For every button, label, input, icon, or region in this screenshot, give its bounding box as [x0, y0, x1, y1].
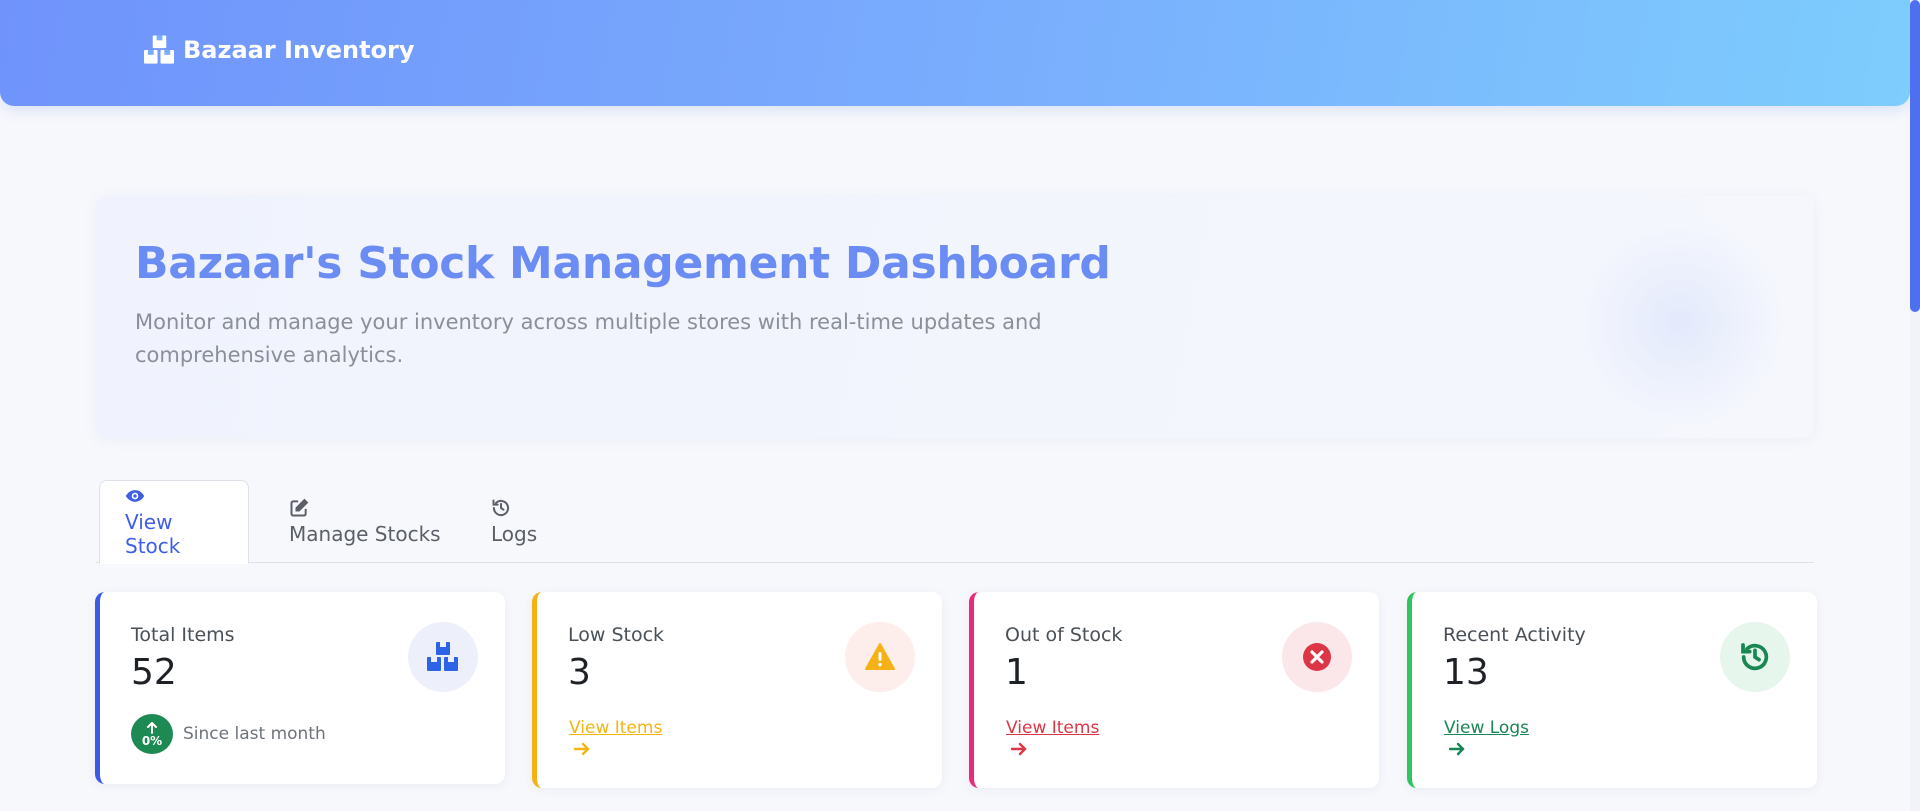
- top-navbar: Bazaar Inventory: [0, 0, 1910, 106]
- view-items-link[interactable]: View Items: [1006, 718, 1099, 758]
- boxes-icon: [427, 642, 458, 671]
- edit-icon: [290, 498, 309, 516]
- card-title: Total Items: [131, 624, 235, 646]
- brand-link[interactable]: Bazaar Inventory: [144, 35, 415, 65]
- arrow-right-icon: [573, 742, 590, 756]
- arrow-up-icon: [147, 721, 157, 734]
- card-title: Recent Activity: [1443, 624, 1586, 646]
- card-icon-wrapper: [845, 622, 915, 692]
- card-icon-wrapper: [1282, 622, 1352, 692]
- tab-bar: View Stock Manage Stocks Logs: [96, 480, 1814, 564]
- stat-card-recent-activity: Recent Activity 13 View Logs: [1407, 592, 1817, 788]
- tab-manage-stocks[interactable]: Manage Stocks: [264, 480, 466, 563]
- view-logs-link[interactable]: View Logs: [1444, 718, 1529, 758]
- hero-banner: Bazaar's Stock Management Dashboard Moni…: [96, 196, 1814, 438]
- tab-view-stock[interactable]: View Stock: [99, 480, 249, 564]
- link-label: View Items: [1006, 718, 1100, 738]
- card-value: 13: [1443, 652, 1489, 693]
- tab-logs[interactable]: Logs: [466, 480, 562, 563]
- arrow-right-icon: [1010, 742, 1027, 756]
- history-icon: [1741, 643, 1769, 671]
- view-items-link[interactable]: View Items: [569, 718, 662, 758]
- scrollbar-thumb[interactable]: [1910, 0, 1920, 312]
- boxes-icon: [144, 35, 175, 64]
- stat-card-out-of-stock: Out of Stock 1 View Items: [969, 592, 1379, 788]
- card-icon-wrapper: [1720, 622, 1790, 692]
- tab-label: View Stock: [125, 510, 181, 558]
- card-icon-wrapper: [408, 622, 478, 692]
- x-circle-icon: [1303, 643, 1331, 671]
- brand-label: Bazaar Inventory: [183, 36, 415, 64]
- hero-decoration: [1574, 218, 1784, 428]
- card-title: Low Stock: [568, 624, 665, 646]
- card-title: Out of Stock: [1005, 624, 1123, 646]
- stat-card-total-items: Total Items 52 0% Since last month: [95, 592, 505, 784]
- card-value: 52: [131, 652, 177, 693]
- link-label: View Logs: [1444, 718, 1529, 738]
- trend-percent: 0%: [141, 733, 163, 748]
- card-value: 3: [568, 652, 591, 693]
- trend-indicator: 0% Since last month: [131, 714, 326, 754]
- warning-icon: [865, 643, 895, 670]
- arrow-right-icon: [1448, 742, 1465, 756]
- page-subtitle: Monitor and manage your inventory across…: [135, 310, 1042, 367]
- page-title: Bazaar's Stock Management Dashboard: [135, 238, 1111, 289]
- trend-badge: 0%: [131, 714, 173, 754]
- history-icon: [492, 499, 510, 516]
- link-label: View Items: [569, 718, 663, 738]
- page-scrollbar[interactable]: [1910, 0, 1920, 811]
- tab-label: Logs: [491, 521, 538, 546]
- card-value: 1: [1005, 652, 1028, 693]
- stat-card-low-stock: Low Stock 3 View Items: [532, 592, 942, 788]
- trend-text: Since last month: [183, 724, 326, 744]
- tab-label: Manage Stocks: [289, 521, 441, 546]
- eye-icon: [125, 490, 145, 502]
